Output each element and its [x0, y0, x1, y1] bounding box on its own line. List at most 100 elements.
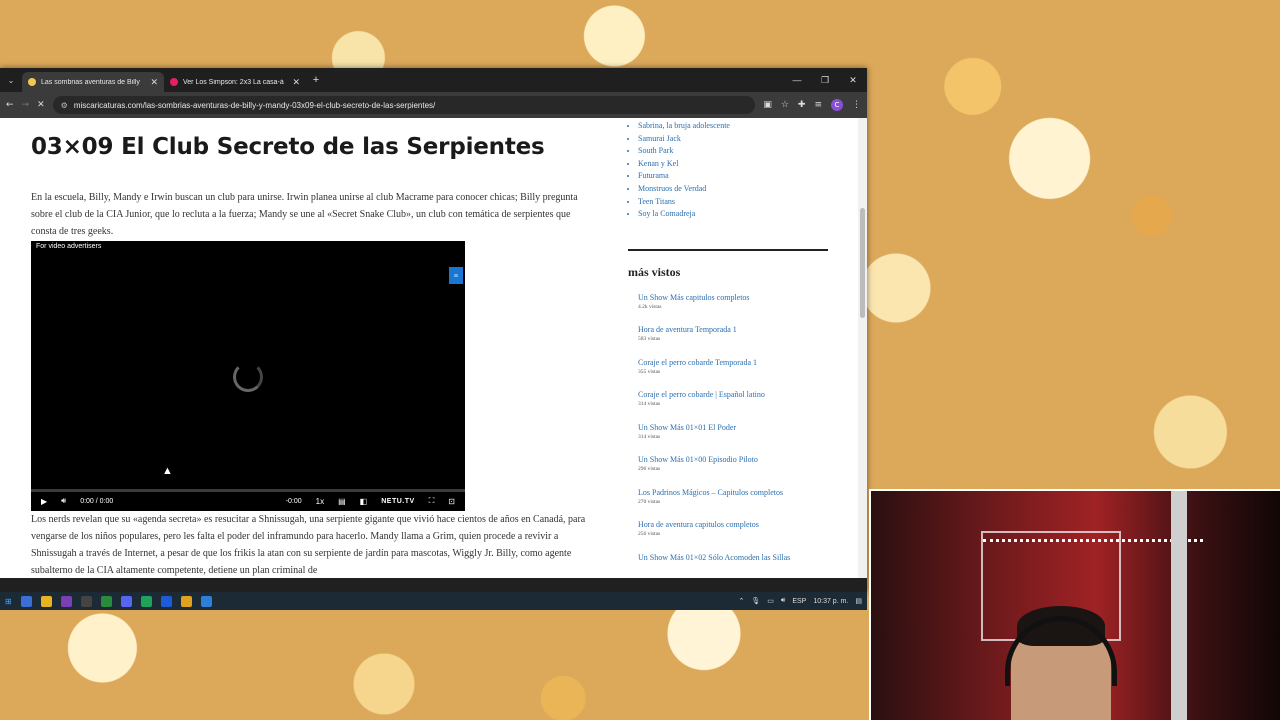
- series-link[interactable]: Sabrina, la bruja adolescente: [638, 120, 828, 133]
- most-viewed-link[interactable]: Un Show Más 01×00 Episodio Piloto: [638, 454, 828, 465]
- taskbar: ⊞ ⌃ 🎙︎ ▭ 🔊︎ ESP 10:37 p. m. ▤: [0, 592, 867, 610]
- minimize-icon[interactable]: —: [783, 75, 811, 86]
- series-link[interactable]: Soy la Comadreja: [638, 208, 828, 221]
- app-icon[interactable]: [60, 595, 72, 607]
- divider: [628, 248, 828, 251]
- list-item: Un Show Más 01×00 Episodio Piloto 296 vis…: [638, 454, 828, 487]
- list-item: Un Show Más capitulos completos 4.2k vist…: [638, 292, 828, 325]
- advertiser-label[interactable]: For video advertisers: [36, 243, 101, 250]
- discord-icon[interactable]: [120, 595, 132, 607]
- extensions-icon[interactable]: ✚: [798, 100, 806, 110]
- most-viewed-list: Un Show Más capitulos completos 4.2k vist…: [638, 292, 828, 578]
- toolbar-actions: ▣ ☆ ✚ ≡ C ⋮: [763, 99, 861, 111]
- horizontal-scrollbar[interactable]: [0, 578, 867, 592]
- notifications-icon[interactable]: ▤: [855, 597, 862, 605]
- play-icon[interactable]: ▶: [41, 497, 47, 506]
- back-icon[interactable]: ←: [6, 100, 14, 110]
- series-link[interactable]: South Park: [638, 145, 828, 158]
- most-viewed-link[interactable]: Hora de aventura capitulos completos: [638, 519, 828, 530]
- most-viewed-link[interactable]: Los Padrinos Mágicos – Capitulos complet…: [638, 487, 828, 498]
- language-indicator[interactable]: ESP: [792, 598, 806, 605]
- page-title: 03×09 El Club Secreto de las Serpientes: [31, 134, 545, 160]
- url-text: miscaricaturas.com/las-sombrias-aventura…: [73, 100, 436, 110]
- list-item: Los Padrinos Mágicos – Capitulos complet…: [638, 487, 828, 520]
- picture-in-picture-icon[interactable]: ◧: [360, 497, 368, 506]
- app-icon[interactable]: [100, 595, 112, 607]
- volume-icon[interactable]: 🔊︎: [61, 496, 66, 506]
- clock[interactable]: 10:37 p. m.: [813, 598, 848, 605]
- loading-spinner-icon: [233, 362, 263, 392]
- view-count: 270 vistas: [638, 498, 661, 505]
- page-viewport: 03×09 El Club Secreto de las Serpientes …: [0, 118, 858, 578]
- tab-favicon-icon: [28, 78, 36, 86]
- view-count: 355 vistas: [638, 368, 661, 375]
- bookmark-star-icon[interactable]: ☆: [781, 100, 789, 110]
- article: 03×09 El Club Secreto de las Serpientes …: [31, 118, 591, 578]
- article-body: Los nerds revelan que su «agenda secreta…: [31, 514, 586, 576]
- video-player[interactable]: For video advertisers ≡ ▲ ▶ 🔊︎ 0:00 / 0:…: [31, 241, 465, 511]
- subtitles-icon[interactable]: ▤: [338, 497, 346, 506]
- tab-search-icon[interactable]: ⌄: [0, 76, 22, 85]
- list-item: Coraje el perro cobarde Temporada 1 355 v…: [638, 357, 828, 390]
- most-viewed-link[interactable]: Un Show Más capitulos completos: [638, 292, 828, 303]
- new-tab-button[interactable]: +: [306, 74, 326, 86]
- close-window-icon[interactable]: ✕: [839, 75, 867, 86]
- app-icon[interactable]: [200, 595, 212, 607]
- system-tray: ⌃ 🎙︎ ▭ 🔊︎ ESP 10:37 p. m. ▤: [739, 597, 862, 605]
- volume-icon[interactable]: 🔊︎: [781, 597, 785, 605]
- close-icon[interactable]: ✕: [150, 77, 158, 88]
- series-link[interactable]: Samurai Jack: [638, 133, 828, 146]
- site-info-icon[interactable]: ⚙: [61, 101, 68, 110]
- windows-start-icon[interactable]: ⊞: [5, 597, 12, 606]
- player-controls: ▶ 🔊︎ 0:00 / 0:00 -0:00 1x ▤ ◧ NETU.TV ⛶ …: [31, 491, 465, 511]
- tab-favicon-icon: [170, 78, 178, 86]
- file-explorer-icon[interactable]: [40, 595, 52, 607]
- list-item: Coraje el perro cobarde | Español latino…: [638, 389, 828, 422]
- forward-icon[interactable]: →: [22, 100, 30, 110]
- app-icon[interactable]: [80, 595, 92, 607]
- window-controls: — ❐ ✕: [783, 75, 867, 86]
- most-viewed-link[interactable]: Un Show Más 01×02 Sólo Acomoden las Sill…: [638, 552, 828, 563]
- app-icon[interactable]: [160, 595, 172, 607]
- cast-icon[interactable]: ⊡: [448, 497, 455, 506]
- series-link[interactable]: Kenan y Kel: [638, 158, 828, 171]
- microphone-icon[interactable]: 🎙︎: [751, 597, 760, 605]
- most-viewed-link[interactable]: Coraje el perro cobarde Temporada 1: [638, 357, 828, 368]
- restore-icon[interactable]: ❐: [811, 75, 839, 86]
- browser-window: ⌄ Las sombrias aventuras de Billy ✕ Ver …: [0, 68, 867, 592]
- most-viewed-link[interactable]: Hora de aventura Temporada 1: [638, 324, 828, 335]
- chrome-icon[interactable]: [180, 595, 192, 607]
- player-brand-logo[interactable]: NETU.TV: [381, 498, 414, 505]
- series-link[interactable]: Teen Titans: [638, 196, 828, 209]
- tab-billy-mandy[interactable]: Las sombrias aventuras de Billy ✕: [22, 72, 164, 92]
- webcam-overlay: [869, 489, 1280, 720]
- view-count: 583 vistas: [638, 336, 661, 343]
- series-list: Sabrina, la bruja adolescente Samurai Ja…: [628, 120, 828, 221]
- playback-speed-button[interactable]: 1x: [316, 497, 324, 506]
- tab-simpsons[interactable]: Ver Los Simpson: 2x3 La casa-á ✕: [164, 72, 306, 92]
- list-item: Hora de aventura Temporada 1 583 vistas: [638, 324, 828, 357]
- series-link[interactable]: Futurama: [638, 170, 828, 183]
- cast-icon[interactable]: ▣: [763, 100, 772, 110]
- fullscreen-icon[interactable]: ⛶: [429, 496, 435, 506]
- most-viewed-link[interactable]: Un Show Más 01×01 El Poder: [638, 422, 828, 433]
- app-icon[interactable]: [20, 595, 32, 607]
- tab-strip: ⌄ Las sombrias aventuras de Billy ✕ Ver …: [0, 68, 867, 92]
- menu-icon[interactable]: ⋮: [852, 100, 861, 110]
- most-viewed-heading: más vistos: [628, 264, 681, 279]
- vertical-scrollbar[interactable]: [858, 118, 867, 578]
- address-bar[interactable]: ⚙ miscaricaturas.com/las-sombrias-aventu…: [52, 96, 756, 114]
- player-menu-icon[interactable]: ≡: [449, 267, 463, 284]
- profile-avatar[interactable]: C: [831, 99, 843, 111]
- series-link[interactable]: Monstruos de Verdad: [638, 183, 828, 196]
- media-icon[interactable]: ≡: [814, 100, 822, 110]
- door-frame: [1171, 491, 1187, 720]
- reload-icon[interactable]: ✕: [37, 100, 45, 110]
- chevron-up-icon[interactable]: ⌃: [739, 597, 745, 605]
- network-icon[interactable]: ▭: [767, 597, 774, 605]
- close-icon[interactable]: ✕: [292, 77, 300, 88]
- app-icon[interactable]: [140, 595, 152, 607]
- view-count: 296 vistas: [638, 466, 661, 473]
- most-viewed-link[interactable]: Coraje el perro cobarde | Español latino: [638, 389, 828, 400]
- scrollbar-thumb[interactable]: [860, 208, 865, 318]
